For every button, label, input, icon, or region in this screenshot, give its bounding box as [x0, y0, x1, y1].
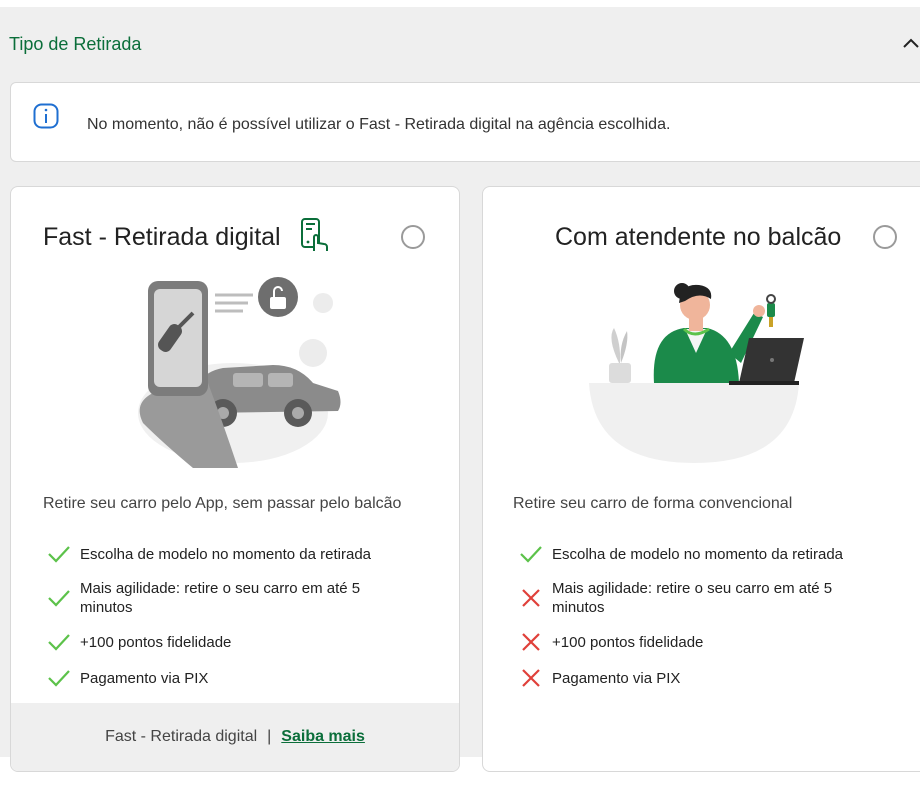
option-card-fast-digital[interactable]: Fast - Retirada digital Retire seu carro…	[10, 186, 460, 772]
section-title[interactable]: Tipo de Retirada	[9, 34, 141, 55]
cross-icon	[522, 633, 540, 651]
check-icon	[48, 546, 70, 563]
feature-item: +100 pontos fidelidade	[519, 631, 899, 653]
feature-item: +100 pontos fidelidade	[47, 631, 427, 653]
radio-counter[interactable]	[873, 225, 897, 249]
card-title: Com atendente no balcão	[555, 223, 842, 251]
info-message: No momento, não é possível utilizar o Fa…	[87, 116, 671, 133]
feature-list: Escolha de modelo no momento da retirada…	[47, 543, 427, 703]
check-icon	[48, 590, 70, 607]
option-card-counter[interactable]: Com atendente no balcão Retire seu carro…	[482, 186, 920, 772]
card-title: Fast - Retirada digital	[43, 223, 281, 251]
radio-fast-digital[interactable]	[401, 225, 425, 249]
agent-with-key-illustration	[589, 283, 804, 463]
feature-item: Escolha de modelo no momento da retirada	[519, 543, 899, 565]
phone-touch-icon	[301, 218, 328, 251]
phone-car-illustration	[138, 277, 341, 468]
cross-icon	[522, 669, 540, 687]
check-icon	[48, 670, 70, 687]
feature-list: Escolha de modelo no momento da retirada…	[519, 543, 899, 703]
info-icon	[33, 103, 59, 129]
check-icon	[520, 546, 542, 563]
feature-item: Escolha de modelo no momento da retirada	[47, 543, 427, 565]
feature-item: Pagamento via PIX	[519, 667, 899, 689]
feature-item: Mais agilidade: retire o seu carro em at…	[47, 579, 427, 617]
feature-item: Mais agilidade: retire o seu carro em at…	[519, 579, 899, 617]
learn-more-link[interactable]: Saiba mais	[281, 728, 365, 746]
card-footer: Fast - Retirada digital | Saiba mais	[11, 703, 459, 771]
cross-icon	[522, 589, 540, 607]
check-icon	[48, 634, 70, 651]
feature-item: Pagamento via PIX	[47, 667, 427, 689]
card-subtitle: Retire seu carro de forma convencional	[513, 495, 793, 512]
card-subtitle: Retire seu carro pelo App, sem passar pe…	[43, 495, 402, 512]
chevron-up-icon[interactable]	[902, 36, 920, 50]
footer-separator: |	[267, 728, 272, 745]
footer-label: Fast - Retirada digital	[105, 728, 258, 745]
